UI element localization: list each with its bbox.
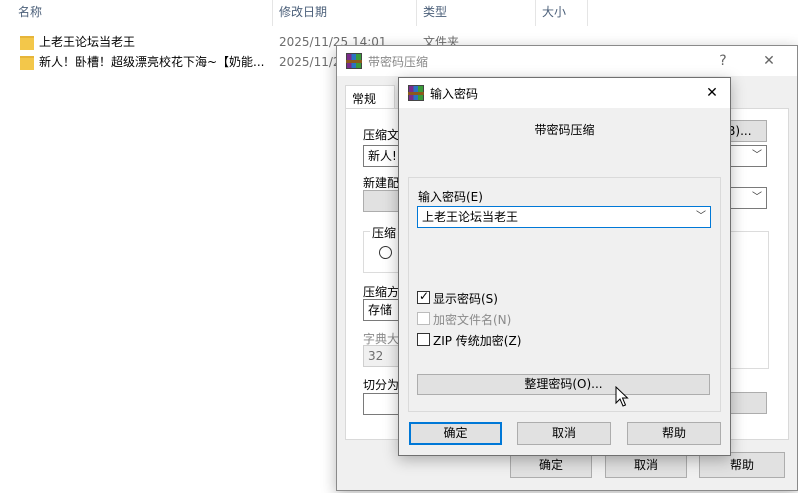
tab-general[interactable]: 常规 bbox=[345, 85, 395, 110]
file-date: 2025/11/2 bbox=[279, 55, 341, 69]
column-separator[interactable] bbox=[416, 0, 417, 26]
help-icon[interactable]: ? bbox=[705, 46, 741, 76]
cancel-button[interactable]: 取消 bbox=[517, 422, 611, 445]
column-header-name[interactable]: 名称 bbox=[18, 0, 42, 26]
format-group-label: 压缩 bbox=[370, 224, 399, 241]
split-label: 切分为 bbox=[363, 378, 400, 392]
password-dialog: 输入密码 ✕ 带密码压缩 输入密码(E) 上老王论坛当老王 ﹀ ✓ 显示密码(S… bbox=[398, 77, 731, 456]
column-separator[interactable] bbox=[272, 0, 273, 26]
close-icon[interactable]: ✕ bbox=[695, 78, 729, 108]
help-button[interactable]: 帮助 bbox=[627, 422, 721, 445]
encrypt-filenames-label: 加密文件名(N) bbox=[433, 313, 512, 327]
tab-general-label: 常规 bbox=[352, 92, 377, 106]
show-password-label: 显示密码(S) bbox=[433, 292, 498, 306]
check-icon: ✓ bbox=[419, 289, 430, 303]
folder-icon bbox=[20, 36, 34, 50]
chevron-down-icon: ﹀ bbox=[696, 211, 706, 222]
password-input[interactable]: 上老王论坛当老王 ﹀ bbox=[417, 206, 711, 228]
format-radio[interactable] bbox=[379, 246, 392, 259]
winrar-icon bbox=[346, 53, 362, 69]
archive-name-label: 压缩文 bbox=[363, 128, 400, 142]
password-dialog-title: 输入密码 bbox=[430, 87, 479, 101]
chevron-down-icon: ﹀ bbox=[752, 150, 762, 161]
close-icon[interactable]: ✕ bbox=[751, 46, 787, 76]
checkbox-box[interactable] bbox=[417, 333, 430, 346]
organize-passwords-button[interactable]: 整理密码(O)... bbox=[417, 374, 710, 395]
folder-icon bbox=[20, 56, 34, 70]
password-value: 上老王论坛当老王 bbox=[422, 210, 519, 224]
checkbox-box[interactable] bbox=[417, 312, 430, 325]
file-name: 上老王论坛当老王 bbox=[39, 35, 136, 49]
column-separator[interactable] bbox=[587, 0, 588, 26]
zip-legacy-label: ZIP 传统加密(Z) bbox=[433, 334, 522, 348]
mouse-cursor-icon bbox=[615, 386, 629, 407]
update-mode-label: 新建配 bbox=[363, 176, 400, 190]
password-dialog-titlebar[interactable]: 输入密码 ✕ bbox=[399, 78, 730, 108]
password-dialog-heading: 带密码压缩 bbox=[534, 123, 595, 137]
column-separator[interactable] bbox=[535, 0, 536, 26]
file-name: 新人！卧槽！超级漂亮校花下海~【奶能... bbox=[39, 55, 265, 69]
winrar-icon bbox=[408, 85, 424, 101]
password-label: 输入密码(E) bbox=[418, 190, 483, 204]
archive-dialog-title: 带密码压缩 bbox=[368, 55, 429, 69]
column-header-size[interactable]: 大小 bbox=[542, 0, 566, 26]
archive-dialog-titlebar[interactable]: 带密码压缩 ? ✕ bbox=[337, 46, 797, 76]
method-label: 压缩方 bbox=[363, 285, 400, 299]
column-header-date[interactable]: 修改日期 bbox=[279, 0, 327, 26]
chevron-down-icon: ﹀ bbox=[752, 192, 762, 203]
sort-chevron-icon: ˇ bbox=[135, 0, 141, 8]
column-header-type[interactable]: 类型 bbox=[423, 0, 447, 26]
ok-button[interactable]: 确定 bbox=[409, 422, 502, 445]
checkbox-box[interactable]: ✓ bbox=[417, 289, 430, 304]
